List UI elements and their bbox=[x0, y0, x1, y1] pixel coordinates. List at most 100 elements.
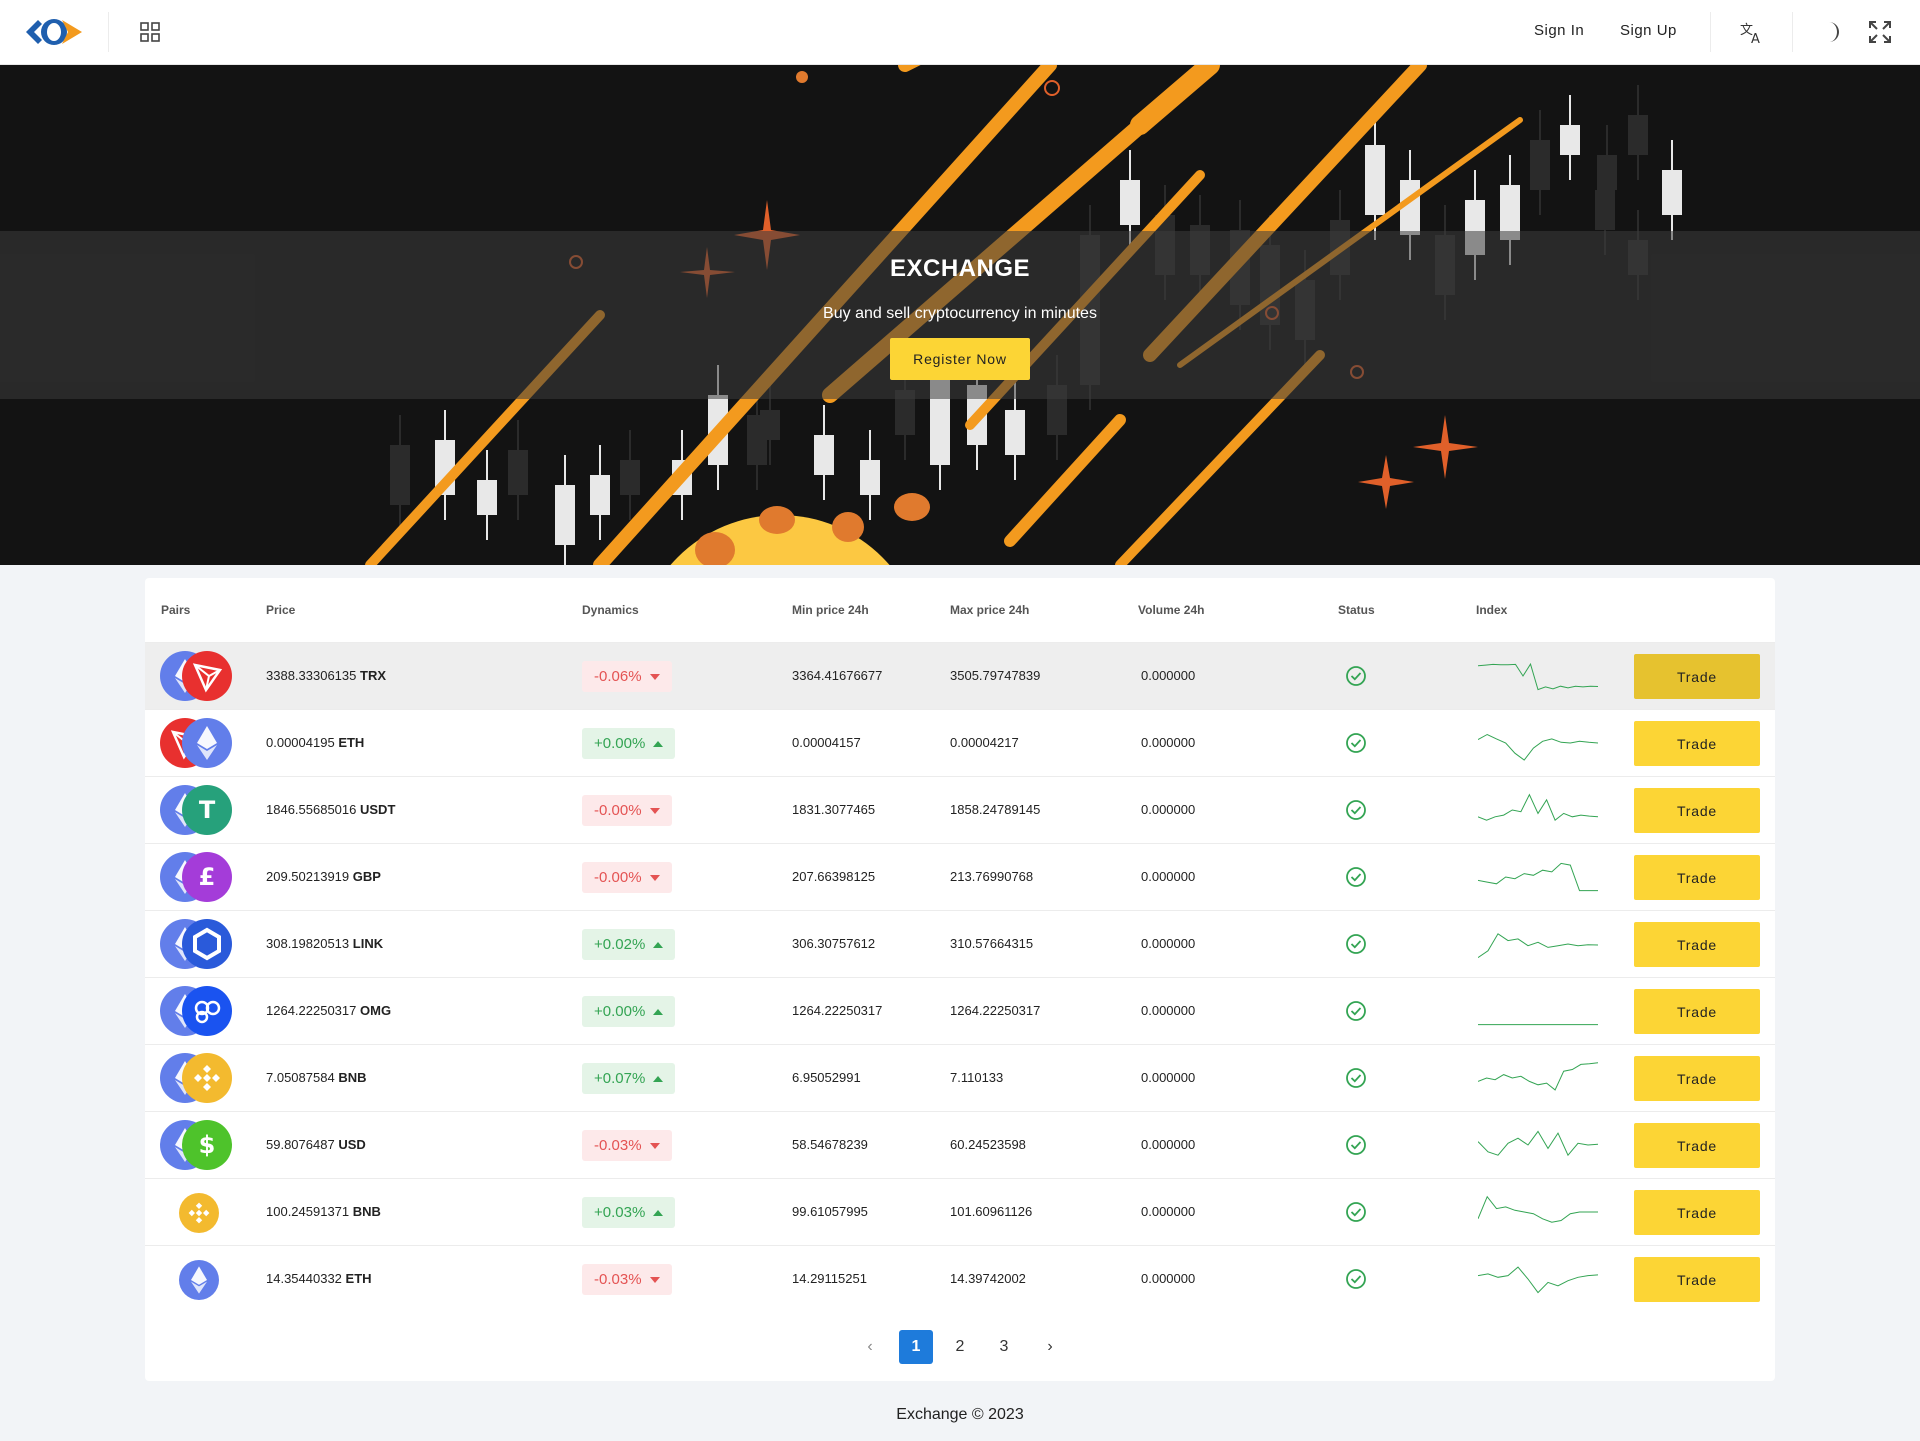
candle-body bbox=[1662, 170, 1682, 215]
price-value: 7.05087584 bbox=[266, 1070, 335, 1085]
arrow-down-icon bbox=[649, 673, 660, 680]
candle-body bbox=[590, 475, 610, 515]
price-value: 308.19820513 bbox=[266, 936, 350, 951]
svg-text:£: £ bbox=[199, 863, 216, 891]
trade-button[interactable]: Trade bbox=[1634, 1257, 1760, 1302]
table-row[interactable]: $59.8076487 USD -0.03% 58.54678239 60.24523… bbox=[145, 1111, 1775, 1178]
logo-icon[interactable] bbox=[22, 14, 86, 50]
arrow-up-icon bbox=[653, 1008, 664, 1015]
dynamics-badge: +0.02% bbox=[582, 929, 676, 960]
price-cell: 100.24591371 BNB bbox=[266, 1204, 381, 1219]
max-price-cell: 1264.22250317 bbox=[950, 1003, 1041, 1018]
min-price-cell: 0.00004157 bbox=[792, 735, 861, 750]
symbol-label: USD bbox=[338, 1137, 366, 1152]
col-pairs: Pairs bbox=[161, 603, 191, 617]
dynamics-badge: +0.03% bbox=[582, 1197, 676, 1228]
arrow-up-icon bbox=[653, 740, 664, 747]
arrow-up-icon bbox=[653, 941, 664, 948]
eth-coin-icon bbox=[179, 1260, 219, 1300]
table-row[interactable]: 1264.22250317 OMG +0.00% 1264.22250317 1264… bbox=[145, 977, 1775, 1044]
table-row[interactable]: T 1846.55685016 USDT -0.00% 1831.3077465 185… bbox=[145, 776, 1775, 843]
candle-body bbox=[1530, 140, 1550, 190]
volume-cell: 0.000000 bbox=[1141, 802, 1196, 817]
col-min-price: Min price 24h bbox=[792, 603, 869, 617]
sparkline-chart bbox=[1478, 862, 1598, 892]
volume-cell: 0.000000 bbox=[1141, 869, 1196, 884]
eth-coin-icon bbox=[182, 718, 232, 768]
hero-subtitle: Buy and sell cryptocurrency in minutes bbox=[823, 305, 1097, 322]
table-row[interactable]: 14.35440332 ETH -0.03% 14.29115251 14.39742… bbox=[145, 1245, 1775, 1312]
symbol-label: USDT bbox=[360, 802, 396, 817]
header-divider bbox=[108, 12, 109, 52]
price-value: 209.50213919 bbox=[266, 869, 350, 884]
trade-button[interactable]: Trade bbox=[1634, 989, 1760, 1034]
page-button-1[interactable]: 1 bbox=[899, 1330, 933, 1364]
svg-text:$: $ bbox=[199, 1131, 216, 1159]
sign-in-link[interactable]: Sign In bbox=[1534, 22, 1584, 39]
table-row[interactable]: £209.50213919 GBP -0.00% 207.66398125 213.7… bbox=[145, 843, 1775, 910]
price-cell: 1846.55685016 USDT bbox=[266, 802, 395, 817]
price-value: 1264.22250317 bbox=[266, 1003, 357, 1018]
candle-body bbox=[1120, 180, 1140, 225]
next-page-button[interactable]: › bbox=[1033, 1330, 1067, 1364]
symbol-label: TRX bbox=[360, 668, 386, 683]
candle-body bbox=[760, 410, 780, 440]
max-price-cell: 7.110133 bbox=[950, 1070, 1004, 1085]
page-button-2[interactable]: 2 bbox=[943, 1330, 977, 1364]
table-row[interactable]: 308.19820513 LINK +0.02% 306.30757612 310.5… bbox=[145, 910, 1775, 977]
candle-body bbox=[860, 460, 880, 495]
candle-body bbox=[1628, 115, 1648, 155]
price-value: 0.00004195 bbox=[266, 735, 335, 750]
register-now-button[interactable]: Register Now bbox=[890, 338, 1030, 380]
bnb-coin-icon bbox=[182, 1053, 232, 1103]
trade-button[interactable]: Trade bbox=[1634, 1190, 1760, 1235]
table-row[interactable]: 100.24591371 BNB +0.03% 99.61057995 101.609… bbox=[145, 1178, 1775, 1245]
trade-button[interactable]: Trade bbox=[1634, 922, 1760, 967]
planet-decoration bbox=[670, 493, 930, 565]
volume-cell: 0.000000 bbox=[1141, 1204, 1196, 1219]
trade-button[interactable]: Trade bbox=[1634, 1123, 1760, 1168]
page-button-3[interactable]: 3 bbox=[987, 1330, 1021, 1364]
arrow-down-icon bbox=[649, 1276, 660, 1283]
dynamics-badge: +0.00% bbox=[582, 728, 676, 759]
bnb-coin-icon bbox=[179, 1193, 219, 1233]
dynamics-value: -0.00% bbox=[594, 869, 642, 886]
dynamics-value: +0.02% bbox=[594, 936, 646, 953]
min-price-cell: 1264.22250317 bbox=[792, 1003, 883, 1018]
fullscreen-icon[interactable] bbox=[1866, 18, 1894, 46]
trade-button[interactable]: Trade bbox=[1634, 721, 1760, 766]
symbol-label: ETH bbox=[338, 735, 365, 750]
col-index: Index bbox=[1476, 603, 1508, 617]
trade-button[interactable]: Trade bbox=[1634, 1056, 1760, 1101]
pagination: ‹ 1 2 3 › bbox=[145, 1330, 1775, 1366]
trade-button[interactable]: Trade bbox=[1634, 855, 1760, 900]
sign-up-link[interactable]: Sign Up bbox=[1620, 22, 1677, 39]
dynamics-value: +0.03% bbox=[594, 1204, 646, 1221]
symbol-label: ETH bbox=[345, 1271, 372, 1286]
moon-icon[interactable] bbox=[1818, 18, 1846, 46]
candle-body bbox=[477, 480, 497, 515]
hero-title: EXCHANGE bbox=[889, 255, 1031, 282]
min-price-cell: 14.29115251 bbox=[792, 1271, 867, 1286]
check-circle-icon bbox=[1346, 733, 1366, 753]
min-price-cell: 58.54678239 bbox=[792, 1137, 868, 1152]
symbol-label: BNB bbox=[352, 1204, 381, 1219]
volume-cell: 0.000000 bbox=[1141, 668, 1196, 683]
price-value: 3388.33306135 bbox=[266, 668, 357, 683]
table-row[interactable]: 7.05087584 BNB +0.07% 6.95052991 7.110133 0.… bbox=[145, 1044, 1775, 1111]
hero-banner: EXCHANGE Buy and sell cryptocurrency in … bbox=[0, 65, 1920, 565]
table-row[interactable]: 3388.33306135 TRX -0.06% 3364.41676677 3505… bbox=[145, 642, 1775, 709]
col-dynamics: Dynamics bbox=[582, 603, 639, 617]
trade-button[interactable]: Trade bbox=[1634, 788, 1760, 833]
table-row[interactable]: 0.00004195 ETH +0.00% 0.00004157 0.00004217… bbox=[145, 709, 1775, 776]
trade-button[interactable]: Trade bbox=[1634, 654, 1760, 699]
top-header: Sign In Sign Up 文 A bbox=[0, 0, 1920, 65]
apps-grid-icon[interactable] bbox=[138, 20, 162, 44]
translate-icon[interactable]: 文 A bbox=[1738, 18, 1766, 46]
omg-coin-icon bbox=[182, 986, 232, 1036]
dynamics-value: -0.03% bbox=[594, 1271, 642, 1288]
check-circle-icon bbox=[1346, 934, 1366, 954]
candle-body bbox=[555, 485, 575, 545]
arrow-up-icon bbox=[653, 1209, 664, 1216]
prev-page-button[interactable]: ‹ bbox=[853, 1330, 887, 1364]
